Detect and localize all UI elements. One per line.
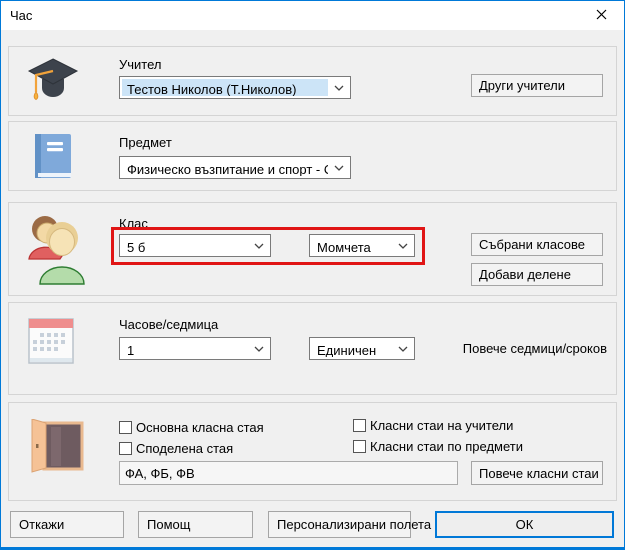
chevron-down-icon (328, 85, 350, 91)
rooms-input[interactable] (119, 461, 458, 485)
hours-count-combobox[interactable]: 1 (119, 337, 271, 360)
checkbox-box (353, 419, 366, 432)
teacher-combobox[interactable]: Тестов Николов (Т.Николов) (119, 76, 351, 99)
class-combobox[interactable]: 5 б (119, 234, 271, 257)
joint-classes-button[interactable]: Събрани класове (471, 233, 603, 256)
chevron-down-icon (248, 346, 270, 352)
dialog-body: Учител Тестов Николов (Т.Николов) Други … (1, 30, 624, 547)
teacher-label: Учител (119, 57, 162, 72)
subject-label: Предмет (119, 135, 172, 150)
more-rooms-button[interactable]: Повече класни стаи (471, 461, 603, 485)
checkbox-label: Основна класна стая (136, 420, 264, 435)
teacher-section: Учител Тестов Николов (Т.Николов) Други … (8, 46, 617, 116)
lesson-dialog: Час Учител Тестов Николов (Т.Николов) (0, 0, 625, 550)
hours-section: Часове/седмица 1 Единичен Повече седмици… (8, 302, 617, 395)
close-icon (596, 8, 607, 23)
group-combobox[interactable]: Момчета (309, 234, 415, 257)
subject-combobox[interactable]: Физическо възпитание и спорт - ООП (119, 156, 351, 179)
graduation-cap-icon (25, 52, 81, 111)
cancel-button[interactable]: Откажи (10, 511, 124, 538)
ok-button[interactable]: ОК (435, 511, 614, 538)
close-button[interactable] (579, 1, 624, 30)
subject-section: Предмет Физическо възпитание и спорт - О… (8, 121, 617, 191)
chevron-down-icon (392, 243, 414, 249)
rooms-section: Основна класна стая Споделена стая Класн… (8, 402, 617, 501)
more-weeks-terms-link[interactable]: Повече седмици/сроков (463, 341, 607, 356)
hours-per-week-label: Часове/седмица (119, 317, 218, 332)
titlebar: Час (1, 1, 624, 30)
home-classroom-checkbox[interactable]: Основна класна стая (119, 420, 264, 435)
checkbox-label: Класни стаи по предмети (370, 439, 523, 454)
chevron-down-icon (248, 243, 270, 249)
checkbox-label: Класни стаи на учители (370, 418, 513, 433)
door-icon (29, 419, 87, 476)
chevron-down-icon (328, 165, 350, 171)
add-division-button[interactable]: Добави делене (471, 263, 603, 286)
checkbox-box (353, 440, 366, 453)
subject-selected-value: Физическо възпитание и спорт - ООП (122, 159, 328, 176)
class-label: Клас (119, 216, 148, 231)
checkbox-box (119, 421, 132, 434)
book-icon (28, 131, 78, 186)
subject-classrooms-checkbox[interactable]: Класни стаи по предмети (353, 439, 523, 454)
help-button[interactable]: Помощ (138, 511, 253, 538)
checkbox-box (119, 442, 132, 455)
shared-room-checkbox[interactable]: Споделена стая (119, 441, 233, 456)
window-title: Час (1, 8, 579, 23)
group-selected-value: Момчета (312, 237, 392, 254)
lesson-type-combobox[interactable]: Единичен (309, 337, 415, 360)
lesson-type-value: Единичен (312, 340, 392, 357)
other-teachers-button[interactable]: Други учители (471, 74, 603, 97)
custom-fields-button[interactable]: Персонализирани полета (268, 511, 411, 538)
class-section: Клас 5 б Момчета Събрани класове Добави … (8, 202, 617, 296)
class-selected-value: 5 б (122, 237, 248, 254)
calendar-icon (25, 315, 75, 370)
students-icon (21, 211, 91, 290)
teachers-classrooms-checkbox[interactable]: Класни стаи на учители (353, 418, 513, 433)
teacher-selected-value: Тестов Николов (Т.Николов) (122, 79, 328, 96)
chevron-down-icon (392, 346, 414, 352)
hours-count-value: 1 (122, 340, 248, 357)
checkbox-label: Споделена стая (136, 441, 233, 456)
